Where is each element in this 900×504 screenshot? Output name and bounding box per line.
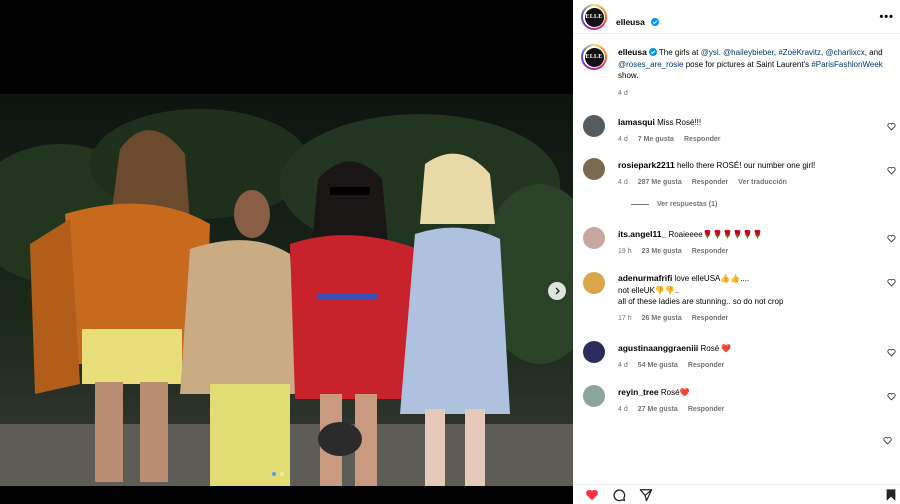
verified-badge-icon bbox=[651, 18, 660, 26]
comment-text: hello there ROSÉ! our number one girl! bbox=[676, 161, 816, 170]
like-comment-heart-icon[interactable] bbox=[887, 122, 896, 131]
like-comment-heart-icon[interactable] bbox=[887, 348, 896, 357]
elle-logo: ELLE bbox=[584, 7, 604, 27]
post-media bbox=[0, 0, 573, 504]
mention-haileybieber[interactable]: @haileybieber bbox=[723, 48, 774, 57]
comment-text: Rosé ❤️ bbox=[700, 344, 732, 353]
comment-text: Roaieeee🌹🌹🌹🌹🌹🌹 bbox=[668, 230, 763, 239]
caption-segment: pose for pictures at Saint Laurent's bbox=[683, 59, 812, 69]
comment-time: 4 d bbox=[618, 178, 628, 186]
caption-avatar[interactable]: ELLE bbox=[581, 44, 607, 70]
post-actions-bar bbox=[573, 484, 900, 504]
comment-avatar[interactable] bbox=[583, 341, 605, 363]
comment-username[interactable]: its.angel11_ bbox=[618, 229, 666, 239]
comment-likes[interactable]: 287 Me gusta bbox=[638, 177, 682, 189]
comment-time: 4 d bbox=[618, 405, 628, 413]
verified-badge-icon bbox=[648, 48, 657, 56]
caption-segment: , and bbox=[864, 48, 883, 57]
comment-time: 4 d bbox=[618, 361, 628, 369]
comment-time: 19 h bbox=[618, 247, 632, 255]
caption-time: 4 d bbox=[618, 90, 628, 97]
reply-button[interactable]: Responder bbox=[688, 360, 725, 372]
comment-text: Rosé❤️ bbox=[660, 388, 690, 397]
comment-username[interactable]: adenurmafrifi bbox=[618, 273, 672, 283]
comment-avatar[interactable] bbox=[583, 385, 605, 407]
like-comment-heart-icon[interactable] bbox=[883, 436, 892, 445]
hashtag-parisfashionweek[interactable]: #ParisFashionWeek bbox=[811, 60, 882, 69]
comment-text: not elleUK👎👎.. bbox=[618, 285, 680, 295]
comment-time: 4 d bbox=[618, 135, 628, 143]
mention-charlixcx[interactable]: @charlixcx bbox=[825, 48, 864, 57]
next-photo-button[interactable] bbox=[548, 282, 566, 300]
like-heart-icon[interactable] bbox=[585, 488, 599, 502]
comment-text: Miss Rosé!!! bbox=[657, 118, 702, 127]
comment-avatar[interactable] bbox=[583, 272, 605, 294]
post-header: ELLE elleusa ••• bbox=[573, 0, 900, 34]
reply-button[interactable]: Responder bbox=[692, 177, 729, 189]
reply-button[interactable]: Responder bbox=[688, 404, 725, 416]
carousel-dot bbox=[280, 472, 284, 476]
translate-button[interactable]: Ver traducción bbox=[738, 177, 787, 189]
post-panel: ELLE elleusa ••• ELLE elleusa The girls … bbox=[573, 0, 900, 504]
share-icon[interactable] bbox=[639, 488, 653, 502]
save-bookmark-icon[interactable] bbox=[884, 488, 898, 502]
like-comment-heart-icon[interactable] bbox=[887, 166, 896, 175]
hashtag-zoekravitz[interactable]: #ZoëKravitz bbox=[778, 48, 821, 57]
carousel-indicator bbox=[272, 472, 284, 476]
comment-username[interactable]: rosiepark2211 bbox=[618, 160, 675, 170]
comment-username[interactable]: lamasqui bbox=[618, 117, 655, 127]
caption-segment: show. bbox=[618, 71, 639, 80]
like-comment-heart-icon[interactable] bbox=[887, 234, 896, 243]
comment-likes[interactable]: 7 Me gusta bbox=[638, 134, 674, 146]
comment-avatar[interactable] bbox=[583, 158, 605, 180]
carousel-dot-active bbox=[272, 472, 276, 476]
author-username[interactable]: elleusa bbox=[616, 17, 645, 27]
comment-likes[interactable]: 54 Me gusta bbox=[638, 360, 678, 372]
comment-avatar[interactable] bbox=[583, 227, 605, 249]
post-photo[interactable] bbox=[0, 94, 573, 486]
comment-likes[interactable]: 26 Me gusta bbox=[642, 313, 682, 325]
comment-avatar[interactable] bbox=[583, 115, 605, 137]
comment-text: all of these ladies are stunning.. so do… bbox=[618, 297, 784, 306]
caption-segment: The girls at bbox=[656, 48, 701, 57]
like-comment-heart-icon[interactable] bbox=[887, 392, 896, 401]
comment-likes[interactable]: 23 Me gusta bbox=[642, 246, 682, 258]
reply-button[interactable]: Responder bbox=[692, 313, 729, 325]
reply-button[interactable]: Responder bbox=[684, 134, 721, 146]
comment-icon[interactable] bbox=[612, 488, 626, 502]
elle-logo: ELLE bbox=[584, 47, 604, 67]
mention-roses-are-rosie[interactable]: @roses_are_rosie bbox=[618, 60, 683, 69]
comment-time: 17 h bbox=[618, 314, 632, 322]
caption-username[interactable]: elleusa bbox=[618, 47, 647, 57]
more-options-icon[interactable]: ••• bbox=[879, 11, 894, 23]
comment-username[interactable]: agustinaanggraeniii bbox=[618, 343, 698, 353]
mention-ysl[interactable]: @ysl bbox=[701, 48, 719, 57]
reply-button[interactable]: Responder bbox=[692, 246, 729, 258]
chevron-right-icon bbox=[555, 287, 560, 295]
view-replies-button[interactable]: Ver respuestas (1) bbox=[631, 201, 717, 208]
comment-text: love elleUSA👍👍.... bbox=[674, 274, 750, 283]
like-comment-heart-icon[interactable] bbox=[887, 278, 896, 287]
caption-text: elleusa The girls at @ysl. @haileybieber… bbox=[618, 47, 888, 82]
comment-username[interactable]: reyin_tree bbox=[618, 387, 659, 397]
author-avatar[interactable]: ELLE bbox=[581, 4, 607, 30]
comment-likes[interactable]: 27 Me gusta bbox=[638, 404, 678, 416]
